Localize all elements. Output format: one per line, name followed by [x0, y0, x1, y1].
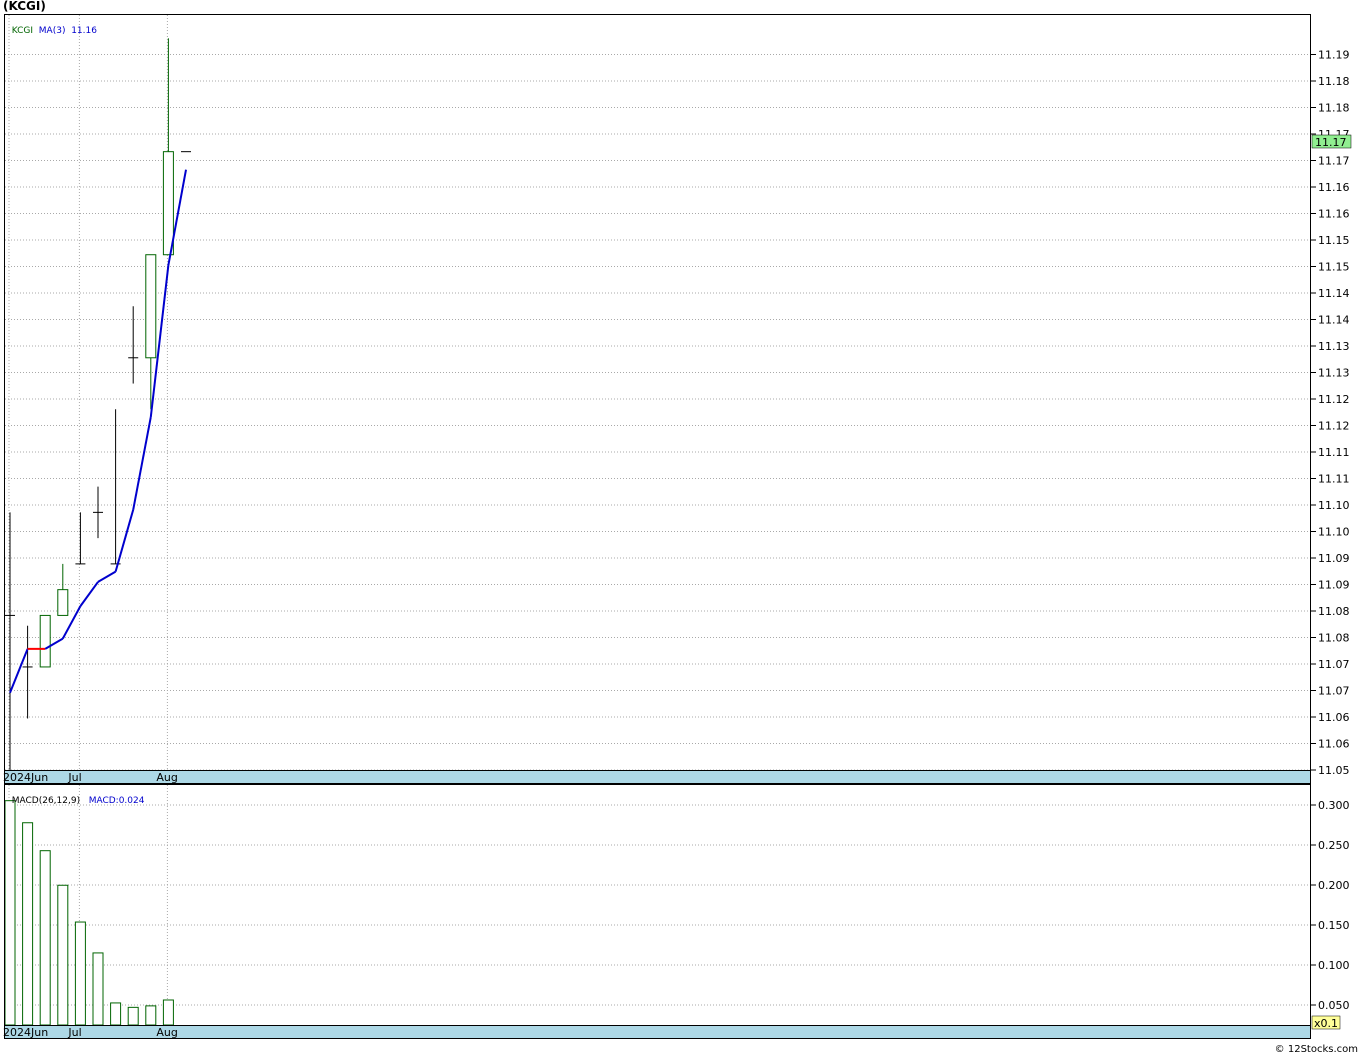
macd-tick-label: 0.300	[1318, 799, 1350, 812]
macd-scale-label: x0.1	[1314, 1017, 1338, 1030]
legend-symbol: KCGI	[11, 26, 34, 36]
price-y-axis: 11.05 11.06 11.06 11.07 11.07 11.08 11.08 11.09…	[1310, 49, 1350, 777]
price-tick-label: 11.07	[1318, 685, 1350, 698]
price-tick-label: 11.12	[1318, 420, 1350, 433]
price-tick-label: 11.14	[1318, 287, 1350, 300]
macd-tick-label: 0.150	[1318, 919, 1350, 932]
price-tick-label: 11.17	[1318, 155, 1350, 168]
price-tick-label: 11.09	[1318, 579, 1350, 592]
price-tick-label: 11.11	[1318, 446, 1350, 459]
price-tick-label: 11.15	[1318, 234, 1350, 247]
macd-y-axis: 0.050 0.100 0.150 0.200 0.250 0.300	[1310, 799, 1350, 1012]
price-candles	[5, 38, 191, 770]
current-price-tag: 11.17	[1311, 134, 1352, 149]
price-tick-label: 11.05	[1318, 764, 1350, 777]
price-x-label: Jul	[67, 771, 81, 784]
price-tick-label: 11.08	[1318, 605, 1350, 618]
macd-tick-label: 0.050	[1318, 999, 1350, 1012]
macd-x-label: 2024Jun	[3, 1026, 48, 1039]
price-tick-label: 11.16	[1318, 208, 1350, 221]
price-tick-label: 11.18	[1318, 75, 1350, 88]
macd-scale-tag: x0.1	[1311, 1015, 1341, 1030]
ma-line	[9, 169, 187, 694]
price-tick-label: 11.10	[1318, 499, 1350, 512]
macd-bar	[22, 822, 34, 1026]
price-tick-label: 11.16	[1318, 181, 1350, 194]
ma-segment	[79, 581, 99, 607]
price-gridlines	[5, 15, 1310, 771]
macd-gridlines	[5, 785, 1310, 1025]
macd-bar	[145, 1005, 157, 1026]
macd-tick-label: 0.200	[1318, 879, 1350, 892]
macd-bar	[110, 1002, 122, 1026]
macd-bar	[162, 999, 174, 1026]
price-tick-label: 11.12	[1318, 393, 1350, 406]
candle-body	[57, 589, 69, 616]
price-tick-label: 11.08	[1318, 632, 1350, 645]
price-tick-label: 11.06	[1318, 738, 1350, 751]
price-tick-label: 11.11	[1318, 473, 1350, 486]
macd-panel-frame	[4, 784, 1311, 1026]
macd-tick-label: 0.250	[1318, 839, 1350, 852]
price-tick-label: 11.13	[1318, 367, 1350, 380]
macd-bar	[39, 850, 51, 1026]
macd-legend: MACD(26,12,9) MACD:0.024	[6, 786, 145, 806]
ma-segment	[97, 570, 117, 583]
price-tick-label: 11.07	[1318, 658, 1350, 671]
price-tick-label: 11.18	[1318, 102, 1350, 115]
price-panel-frame	[4, 14, 1311, 771]
macd-bar	[57, 884, 69, 1026]
macd-bar	[127, 1006, 139, 1026]
price-tick-label: 11.06	[1318, 711, 1350, 724]
candle-body	[162, 151, 174, 256]
legend-macd-label: MACD(26,12,9)	[11, 796, 81, 806]
macd-tick-label: 0.100	[1318, 959, 1350, 972]
site-credit: © 12Stocks.com	[1274, 1044, 1358, 1055]
macd-x-label: Jul	[67, 1026, 81, 1039]
price-tick-label: 11.14	[1318, 314, 1350, 327]
price-tick-label: 11.19	[1318, 49, 1350, 62]
macd-bar	[74, 921, 86, 1026]
ma-segment	[132, 416, 152, 510]
price-x-label: Aug	[156, 771, 177, 784]
legend-ma-label: MA(3)	[38, 26, 66, 36]
candle-body	[39, 614, 51, 668]
macd-x-label: Aug	[156, 1026, 177, 1039]
price-tick-label: 11.13	[1318, 340, 1350, 353]
chart-canvas: 11.05 11.06 11.06 11.07 11.07 11.08 11.08 11.09…	[3, 14, 1352, 1039]
chart-title: (KCGI)	[3, 0, 46, 13]
price-legend: KCGI MA(3) 11.16	[6, 16, 97, 36]
price-tick-label: 11.09	[1318, 552, 1350, 565]
macd-bar	[4, 800, 16, 1026]
legend-ma-value: 11.16	[71, 26, 97, 36]
macd-date-band	[4, 1025, 1311, 1039]
price-x-label: 2024Jun	[3, 771, 48, 784]
candle-body	[145, 254, 157, 359]
legend-macd-value: MACD:0.024	[88, 796, 145, 806]
price-tick-label: 11.10	[1318, 526, 1350, 539]
current-price-label: 11.17	[1315, 136, 1347, 149]
ma-segment	[114, 509, 135, 572]
ma-segment	[9, 648, 29, 694]
macd-bar	[92, 952, 104, 1026]
macd-bars	[4, 800, 174, 1026]
price-date-band	[4, 770, 1311, 784]
price-tick-label: 11.15	[1318, 261, 1350, 274]
